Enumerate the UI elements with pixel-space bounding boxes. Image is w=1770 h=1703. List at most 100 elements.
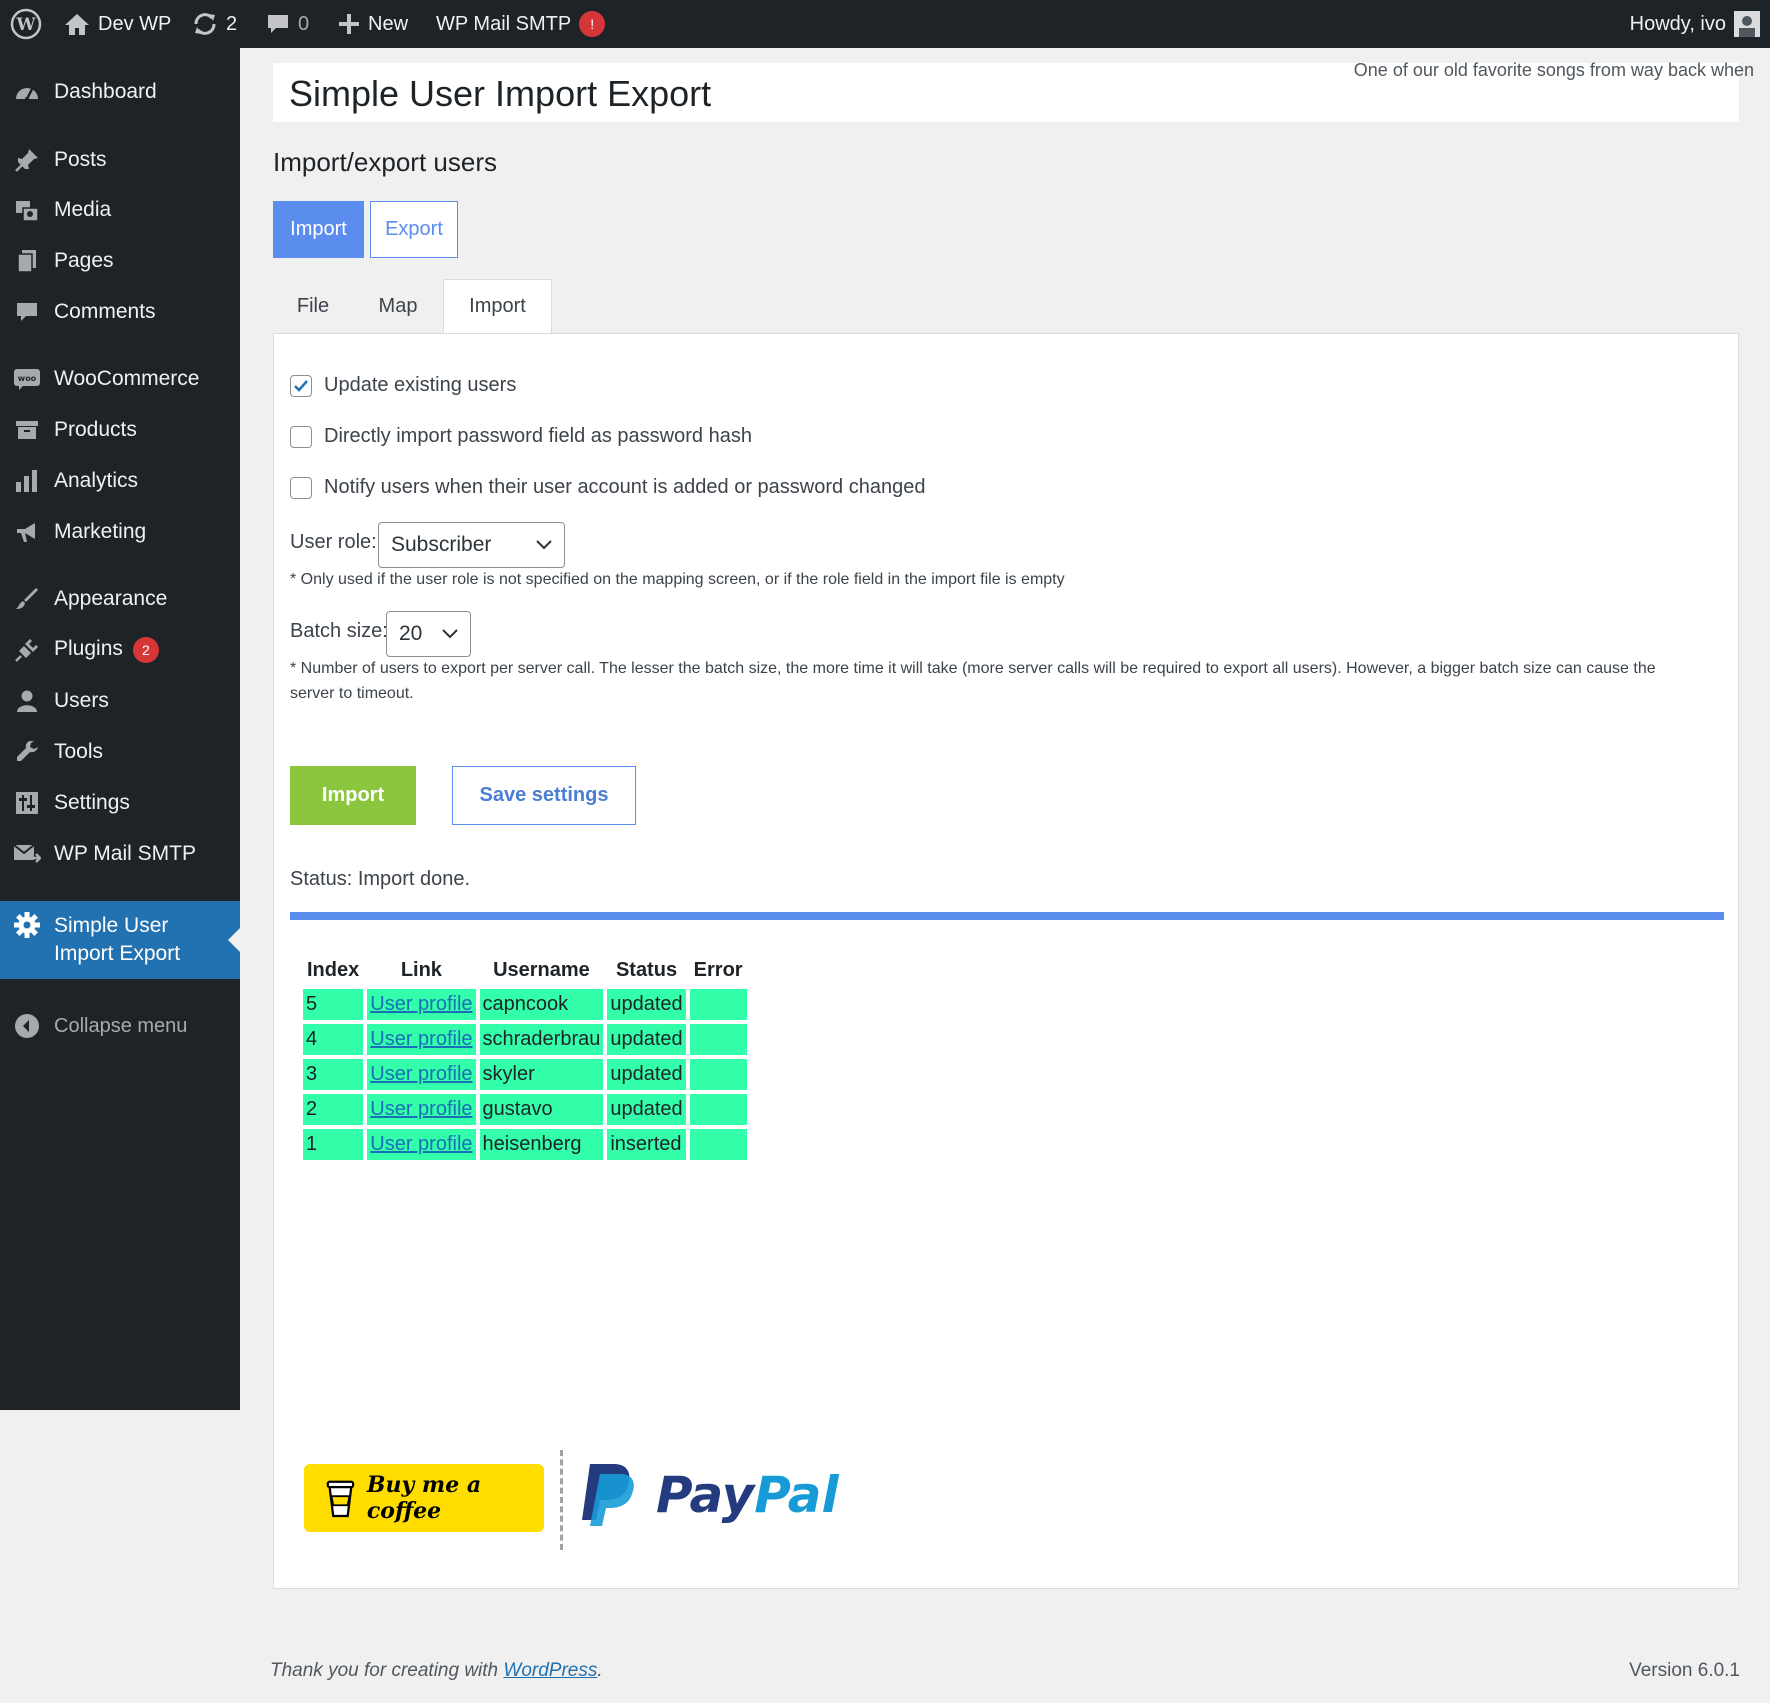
collapse-menu-button[interactable]: Collapse menu <box>0 1002 240 1050</box>
update-existing-checkbox[interactable] <box>290 374 312 397</box>
tab-file[interactable]: File <box>273 279 353 333</box>
sidebar-item-settings[interactable]: Settings <box>0 779 240 827</box>
sidebar-item-pages[interactable]: Pages <box>0 237 240 285</box>
wp-mail-smtp-link[interactable]: WP Mail SMTP ! <box>436 0 606 48</box>
cell-index: 2 <box>303 1094 364 1125</box>
user-profile-link[interactable]: User profile <box>370 1133 472 1155</box>
new-content-link[interactable]: New <box>338 0 408 48</box>
sidebar-item-analytics[interactable]: Analytics <box>0 457 240 505</box>
comment-icon <box>13 298 41 326</box>
sidebar-item-label: Analytics <box>54 469 139 492</box>
cell-index: 1 <box>303 1129 364 1160</box>
password-hash-checkbox[interactable] <box>290 425 312 448</box>
paypal-wordmark: PayPal <box>656 1466 839 1524</box>
sidebar-item-users[interactable]: Users <box>0 677 240 725</box>
paypal-button[interactable]: PayPal <box>580 1462 839 1528</box>
notify-users-option[interactable]: Notify users when their user account is … <box>290 476 925 499</box>
update-existing-label: Update existing users <box>324 374 517 396</box>
user-role-note: * Only used if the user role is not spec… <box>290 571 1065 588</box>
sidebar-item-appearance[interactable]: Appearance <box>0 575 240 623</box>
account-menu[interactable]: Howdy, ivo <box>1630 0 1760 48</box>
buy-me-a-coffee-button[interactable]: Buy me a coffee <box>304 1464 544 1532</box>
smtp-label: WP Mail SMTP <box>436 12 572 35</box>
cell-username: heisenberg <box>479 1129 604 1160</box>
cell-index: 5 <box>303 989 364 1020</box>
updates-link[interactable]: 2 <box>192 0 237 48</box>
site-name-link[interactable]: Dev WP <box>64 0 171 48</box>
updates-count: 2 <box>226 12 238 35</box>
user-role-select[interactable]: Subscriber <box>378 522 565 568</box>
comment-icon <box>268 15 288 33</box>
howdy-text: Howdy, ivo <box>1629 12 1726 35</box>
wordpress-link[interactable]: WordPress <box>503 1660 597 1681</box>
table-row: 3 User profile skyler updated <box>303 1059 747 1090</box>
pin-icon <box>13 146 41 174</box>
cell-link: User profile <box>367 1129 476 1160</box>
cell-username: skyler <box>479 1059 604 1090</box>
sidebar-item-label: WP Mail SMTP <box>54 842 196 865</box>
sidebar-item-media[interactable]: Media <box>0 186 240 234</box>
sidebar-item-plugins[interactable]: Plugins 2 <box>0 626 240 674</box>
pages-icon <box>13 247 41 275</box>
user-profile-link[interactable]: User profile <box>370 1063 472 1085</box>
sliders-icon <box>13 789 41 817</box>
sidebar-item-wp-mail-smtp[interactable]: WP Mail SMTP <box>0 830 240 878</box>
sidebar-item-woocommerce[interactable]: woo WooCommerce <box>0 355 240 403</box>
sidebar-item-tools[interactable]: Tools <box>0 728 240 776</box>
cell-status: updated <box>607 989 686 1020</box>
user-profile-link[interactable]: User profile <box>370 1028 472 1050</box>
sidebar-item-marketing[interactable]: Marketing <box>0 508 240 556</box>
refresh-icon <box>194 13 216 35</box>
cell-link: User profile <box>367 1024 476 1055</box>
coffee-cup-icon <box>326 1480 355 1518</box>
sidebar-item-label: Users <box>54 689 109 712</box>
cell-status: updated <box>607 1059 686 1090</box>
cell-error <box>689 1094 747 1125</box>
sidebar-item-label: Dashboard <box>54 80 157 103</box>
woo-icon: woo <box>13 365 41 393</box>
sidebar-item-label: Tools <box>54 740 104 763</box>
donate-divider <box>560 1450 563 1550</box>
tab-import-step[interactable]: Import <box>443 279 552 333</box>
sidebar-item-simple-user-import-export[interactable]: Simple User Import Export <box>0 901 240 979</box>
update-existing-option[interactable]: Update existing users <box>290 374 516 397</box>
collapse-arrow-icon <box>13 1012 41 1040</box>
cell-index: 4 <box>303 1024 364 1055</box>
batch-size-select[interactable]: 20 <box>386 611 471 657</box>
cell-status: inserted <box>607 1129 686 1160</box>
dashboard-icon <box>13 78 41 106</box>
cell-link: User profile <box>367 989 476 1020</box>
user-profile-link[interactable]: User profile <box>370 1098 472 1120</box>
media-icon <box>13 196 41 224</box>
table-row: 1 User profile heisenberg inserted <box>303 1129 747 1160</box>
results-table: Index Link Username Status Error 5 User … <box>299 951 751 1164</box>
sidebar-item-label: Simple User Import Export <box>54 914 181 965</box>
comments-link[interactable]: 0 <box>266 0 309 48</box>
sidebar-item-posts[interactable]: Posts <box>0 136 240 184</box>
tab-export-mode[interactable]: Export <box>370 201 458 258</box>
sidebar-item-label: Comments <box>54 300 156 323</box>
mail-icon <box>13 840 41 868</box>
import-button[interactable]: Import <box>290 766 416 825</box>
save-settings-button[interactable]: Save settings <box>452 766 636 825</box>
sidebar-item-comments[interactable]: Comments <box>0 288 240 336</box>
bar-chart-icon <box>13 467 41 495</box>
svg-text:woo: woo <box>18 374 37 383</box>
brush-icon <box>13 585 41 613</box>
notify-users-checkbox[interactable] <box>290 476 312 499</box>
wordpress-logo-icon[interactable]: W <box>10 0 42 48</box>
sidebar-item-dashboard[interactable]: Dashboard <box>0 68 240 116</box>
sidebar-item-label: Marketing <box>54 520 147 543</box>
cell-error <box>689 1059 747 1090</box>
column-header: Link <box>400 958 442 981</box>
import-status: Status: Import done. <box>290 868 471 890</box>
password-hash-label: Directly import password field as passwo… <box>324 425 752 447</box>
tab-import-mode[interactable]: Import <box>273 201 364 258</box>
cell-username: capncook <box>479 989 604 1020</box>
sidebar-item-products[interactable]: Products <box>0 406 240 454</box>
user-profile-link[interactable]: User profile <box>370 993 472 1015</box>
cell-status: updated <box>607 1024 686 1055</box>
password-hash-option[interactable]: Directly import password field as passwo… <box>290 425 752 448</box>
table-row: 5 User profile capncook updated <box>303 989 747 1020</box>
tab-map[interactable]: Map <box>358 279 438 333</box>
